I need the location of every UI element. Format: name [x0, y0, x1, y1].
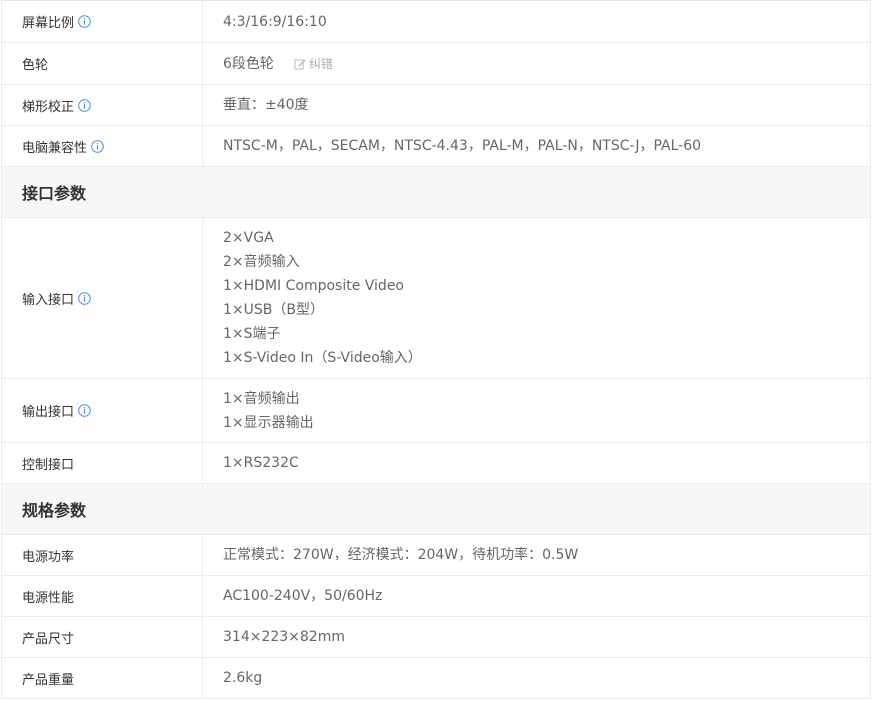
- section-header-interface: 接口参数: [2, 167, 870, 218]
- spec-row-input-ports: 输入接口 2×VGA 2×音频输入 1×HDMI Composite Video…: [2, 218, 870, 379]
- spec-value-text: 6段色轮: [223, 55, 274, 72]
- section-title: 接口参数: [22, 184, 87, 203]
- spec-value-text: 4:3/16:9/16:10: [223, 13, 327, 30]
- info-icon[interactable]: [78, 15, 91, 28]
- spec-label: 屏幕比例: [2, 1, 203, 42]
- spec-value-text: 垂直：±40度: [223, 97, 309, 113]
- spec-value-line: 1×显示器输出: [223, 414, 314, 431]
- spec-row-output-ports: 输出接口 1×音频输出 1×显示器输出: [2, 379, 870, 443]
- spec-label: 电源功率: [2, 535, 203, 575]
- spec-value: 314×223×82mm: [203, 617, 870, 657]
- spec-label-text: 控制接口: [22, 457, 75, 473]
- spec-label-text: 输入接口: [22, 292, 75, 308]
- info-icon[interactable]: [91, 139, 104, 153]
- spec-label: 色轮: [2, 43, 203, 84]
- spec-row-weight: 产品重量 2.6kg: [2, 658, 870, 699]
- spec-label-text: 产品重量: [22, 672, 75, 688]
- spec-label: 电脑兼容性: [2, 126, 203, 166]
- spec-label-text: 电脑兼容性: [22, 140, 88, 156]
- spec-value-text: 314×223×82mm: [223, 629, 345, 645]
- spec-label: 梯形校正: [2, 85, 203, 125]
- spec-value-line: 1×HDMI Composite Video: [223, 278, 404, 294]
- spec-label: 产品尺寸: [2, 617, 203, 657]
- edit-icon: [294, 59, 306, 69]
- spec-value-line: 1×S端子: [223, 326, 281, 342]
- correction-link-label: 纠错: [308, 57, 333, 71]
- spec-label-text: 电源性能: [22, 590, 75, 606]
- spec-label-text: 屏幕比例: [22, 16, 75, 31]
- spec-label-text: 输出接口: [22, 405, 75, 420]
- spec-label-text: 梯形校正: [22, 99, 75, 115]
- info-icon[interactable]: [78, 291, 91, 305]
- section-title: 规格参数: [22, 501, 87, 520]
- correction-link[interactable]: 纠错: [294, 55, 333, 72]
- spec-row-power-supply: 电源性能 AC100-240V，50/60Hz: [2, 576, 870, 617]
- spec-label: 输出接口: [2, 379, 203, 442]
- spec-table: 屏幕比例 4:3/16:9/16:10 色轮 6段色轮 纠错 梯形校正 垂直：±…: [1, 0, 871, 699]
- spec-value-text: NTSC-M，PAL，SECAM，NTSC-4.43，PAL-M，PAL-N，N…: [223, 138, 702, 154]
- spec-value-text: 正常模式：270W，经济模式：204W，待机功率：0.5W: [223, 547, 579, 563]
- spec-row-keystone: 梯形校正 垂直：±40度: [2, 85, 870, 126]
- info-icon[interactable]: [78, 404, 91, 417]
- spec-row-power: 电源功率 正常模式：270W，经济模式：204W，待机功率：0.5W: [2, 535, 870, 576]
- spec-value-line: 2×VGA: [223, 230, 274, 246]
- spec-label: 输入接口: [2, 218, 203, 378]
- spec-value: 1×音频输出 1×显示器输出: [203, 379, 870, 442]
- spec-label: 产品重量: [2, 658, 203, 698]
- spec-label-text: 电源功率: [22, 549, 75, 565]
- spec-value: 6段色轮 纠错: [203, 43, 870, 84]
- spec-value: 4:3/16:9/16:10: [203, 1, 870, 42]
- spec-value: NTSC-M，PAL，SECAM，NTSC-4.43，PAL-M，PAL-N，N…: [203, 126, 870, 166]
- spec-value: 正常模式：270W，经济模式：204W，待机功率：0.5W: [203, 535, 870, 575]
- spec-row-control-port: 控制接口 1×RS232C: [2, 443, 870, 484]
- spec-value-line: 2×音频输入: [223, 254, 300, 270]
- spec-value-text: 2.6kg: [223, 670, 263, 686]
- spec-value: 2.6kg: [203, 658, 870, 698]
- spec-label-text: 色轮: [22, 58, 49, 73]
- spec-value-line: 1×S-Video In（S-Video输入）: [223, 350, 422, 366]
- section-header-spec: 规格参数: [2, 484, 870, 535]
- spec-value: 垂直：±40度: [203, 85, 870, 125]
- spec-row-compatibility: 电脑兼容性 NTSC-M，PAL，SECAM，NTSC-4.43，PAL-M，P…: [2, 126, 870, 167]
- spec-value: AC100-240V，50/60Hz: [203, 576, 870, 616]
- spec-value-line: 1×音频输出: [223, 390, 300, 407]
- spec-row-screen-ratio: 屏幕比例 4:3/16:9/16:10: [2, 1, 870, 43]
- spec-row-color-wheel: 色轮 6段色轮 纠错: [2, 43, 870, 85]
- spec-value: 1×RS232C: [203, 443, 870, 483]
- spec-value-line: 1×USB（B型）: [223, 302, 324, 318]
- spec-value-text: AC100-240V，50/60Hz: [223, 588, 383, 604]
- spec-row-dimensions: 产品尺寸 314×223×82mm: [2, 617, 870, 658]
- spec-value: 2×VGA 2×音频输入 1×HDMI Composite Video 1×US…: [203, 218, 870, 378]
- spec-label: 电源性能: [2, 576, 203, 616]
- spec-label-text: 产品尺寸: [22, 631, 75, 647]
- spec-label: 控制接口: [2, 443, 203, 483]
- info-icon[interactable]: [78, 98, 91, 112]
- spec-value-text: 1×RS232C: [223, 455, 299, 471]
